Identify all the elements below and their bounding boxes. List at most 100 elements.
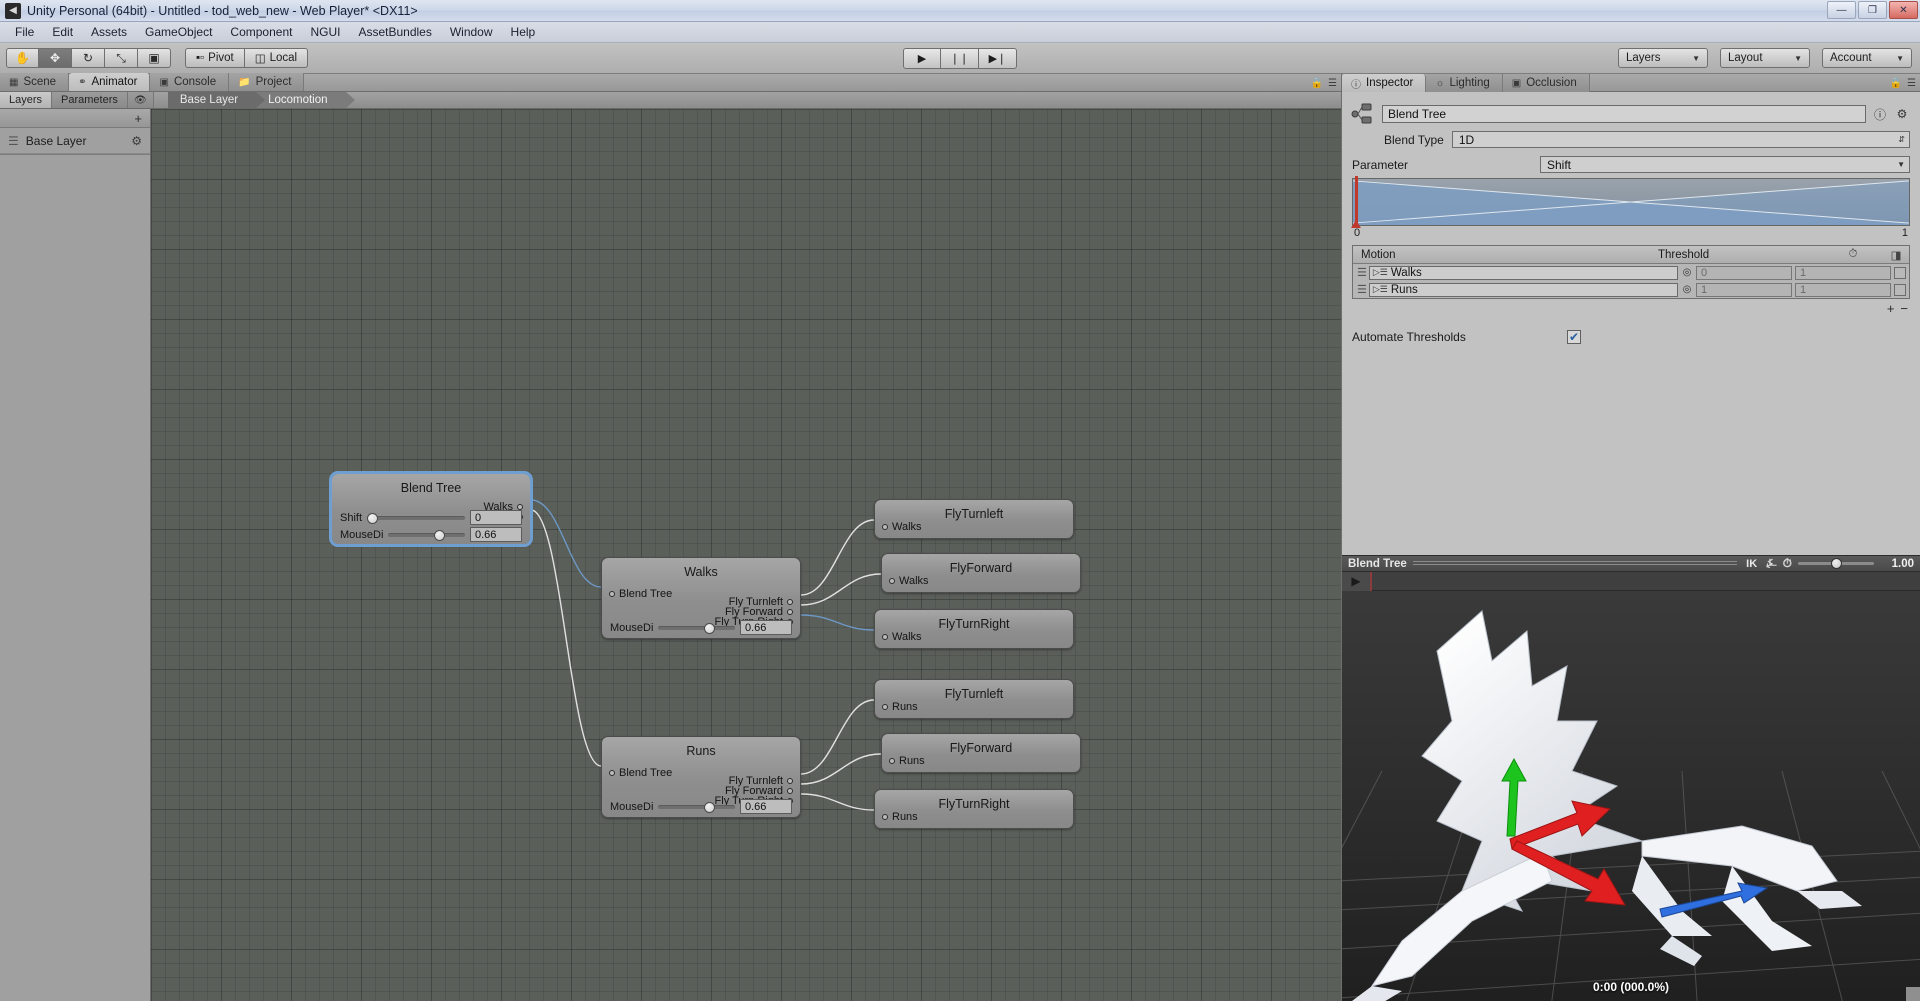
menu-ngui[interactable]: NGUI <box>301 23 349 41</box>
tab-occlusion[interactable]: ▣ Occlusion <box>1502 74 1590 92</box>
tab-scene[interactable]: ▦ Scene <box>0 73 70 91</box>
maximize-button[interactable]: ❐ <box>1858 1 1887 19</box>
menu-edit[interactable]: Edit <box>43 23 82 41</box>
node-input-port[interactable]: Runs <box>889 755 925 767</box>
node-input-port[interactable]: Walks <box>882 521 922 533</box>
breadcrumb-base-layer[interactable]: Base Layer <box>167 92 266 108</box>
pivot-button[interactable]: ▪▫ Pivot <box>185 48 245 68</box>
slider-knob[interactable] <box>1831 558 1843 569</box>
minimize-button[interactable]: — <box>1827 1 1856 19</box>
menu-assetbundles[interactable]: AssetBundles <box>349 23 440 41</box>
gear-icon[interactable]: ⚙ <box>131 134 142 148</box>
slider-knob[interactable] <box>703 622 715 634</box>
slider-value-field[interactable]: 0.66 <box>470 527 522 542</box>
subtab-layers[interactable]: Layers <box>0 92 53 108</box>
slider-track[interactable] <box>388 529 465 541</box>
timer-icon[interactable]: ⏱ <box>1783 556 1792 571</box>
drag-handle-icon[interactable]: ☰ <box>8 134 19 148</box>
gear-icon[interactable]: ⚙ <box>1894 106 1910 122</box>
node-input-port[interactable]: Blend Tree <box>609 588 672 600</box>
parameter-dropdown[interactable]: Shift ▼ <box>1540 156 1910 173</box>
speed-field[interactable]: 1 <box>1795 265 1891 280</box>
motion-row[interactable]: ☰ ▷☰ Runs ◎ 1 1 <box>1353 281 1909 298</box>
add-layer-button[interactable]: + <box>134 111 142 126</box>
graph-node[interactable]: Blend TreeWalksRunsShift0MouseDi0.66 <box>329 471 533 547</box>
menu-window[interactable]: Window <box>441 23 502 41</box>
layers-dropdown[interactable]: Layers ▼ <box>1618 48 1708 68</box>
drag-handle-icon[interactable]: ☰ <box>1357 266 1367 279</box>
drag-handle-icon[interactable]: ☰ <box>1357 283 1367 296</box>
subtab-parameters[interactable]: Parameters <box>52 92 128 108</box>
hamburger-icon[interactable]: ☰ <box>1328 78 1337 89</box>
slider-track[interactable] <box>658 801 735 813</box>
motion-row[interactable]: ☰ ▷☰ Walks ◎ 0 1 <box>1353 264 1909 281</box>
menu-file[interactable]: File <box>6 23 43 41</box>
rotate-tool-icon[interactable]: ↻ <box>72 48 105 68</box>
menu-component[interactable]: Component <box>221 23 301 41</box>
motion-field[interactable]: ▷☰ Walks <box>1368 265 1678 280</box>
preview-play-button[interactable]: ▶ <box>1342 571 1372 591</box>
close-button[interactable]: ✕ <box>1889 1 1918 19</box>
blend-type-dropdown[interactable]: 1D ⇵ <box>1451 131 1910 148</box>
slider-value-field[interactable]: 0.66 <box>740 620 792 635</box>
preview-speed-slider[interactable] <box>1798 558 1874 569</box>
node-input-port[interactable]: Walks <box>889 575 929 587</box>
graph-node[interactable]: FlyForward Runs <box>881 733 1081 773</box>
menu-gameobject[interactable]: GameObject <box>136 23 221 41</box>
slider-track[interactable] <box>658 622 735 634</box>
threshold-field[interactable]: 1 <box>1696 282 1792 297</box>
node-input-port[interactable]: Runs <box>882 811 918 823</box>
tab-animator[interactable]: ⚭ Animator <box>69 73 151 91</box>
slider-knob[interactable] <box>366 512 378 524</box>
tab-inspector[interactable]: ⓘ Inspector <box>1342 74 1427 92</box>
slider-knob[interactable] <box>703 801 715 813</box>
layout-dropdown[interactable]: Layout ▼ <box>1720 48 1810 68</box>
step-button[interactable]: ▶❘ <box>979 47 1017 69</box>
hand-tool-icon[interactable]: ✋ <box>6 48 39 68</box>
node-slider-row[interactable]: Shift 0 <box>340 510 522 525</box>
automate-thresholds-checkbox[interactable]: ✔ <box>1567 330 1581 344</box>
speed-field[interactable]: 1 <box>1795 282 1891 297</box>
slider-knob[interactable] <box>433 529 445 541</box>
object-picker-icon[interactable]: ◎ <box>1681 267 1693 278</box>
menu-help[interactable]: Help <box>502 23 545 41</box>
node-input-port[interactable]: Walks <box>882 631 922 643</box>
node-slider-row[interactable]: MouseDi 0.66 <box>610 620 792 635</box>
local-button[interactable]: ◫ Local <box>244 48 309 68</box>
add-motion-button[interactable]: + <box>1887 301 1895 316</box>
ik-toggle-button[interactable]: IK <box>1743 558 1760 570</box>
graph-node[interactable]: FlyForward Walks <box>881 553 1081 593</box>
object-picker-icon[interactable]: ◎ <box>1681 284 1693 295</box>
animator-graph-canvas[interactable]: Blend Tree Walks Runs Shift 0 MouseDi 0.66 Walk… <box>151 109 1341 1001</box>
graph-node[interactable]: FlyTurnleft Runs <box>874 679 1074 719</box>
pause-button[interactable]: ❘❘ <box>941 47 979 69</box>
help-icon[interactable]: ⓘ <box>1872 106 1888 122</box>
blend-weight-graph[interactable] <box>1351 176 1910 228</box>
graph-node[interactable]: FlyTurnleft Walks <box>874 499 1074 539</box>
play-button[interactable]: ▶ <box>903 47 941 69</box>
tab-console[interactable]: ▣ Console <box>150 73 230 91</box>
remove-motion-button[interactable]: − <box>1900 301 1908 316</box>
hamburger-icon[interactable]: ☰ <box>1907 78 1916 89</box>
preview-timeline[interactable]: ▶ <box>1342 571 1920 591</box>
scale-tool-icon[interactable]: ⤡ <box>105 48 138 68</box>
blend-playhead[interactable] <box>1351 176 1361 228</box>
account-dropdown[interactable]: Account ▼ <box>1822 48 1912 68</box>
lock-icon[interactable]: 🔒 <box>1890 78 1902 89</box>
graph-node[interactable]: FlyTurnRight Runs <box>874 789 1074 829</box>
slider-value-field[interactable]: 0 <box>470 510 522 525</box>
slider-value-field[interactable]: 0.66 <box>740 799 792 814</box>
move-tool-icon[interactable]: ✥ <box>39 48 72 68</box>
node-input-port[interactable]: Blend Tree <box>609 767 672 779</box>
breadcrumb-locomotion[interactable]: Locomotion <box>256 92 356 108</box>
tab-project[interactable]: 📁 Project <box>229 73 305 91</box>
lock-icon[interactable]: 🔒 <box>1311 78 1323 89</box>
tab-lighting[interactable]: ☼ Lighting <box>1426 74 1503 92</box>
graph-node[interactable]: Walks Blend Tree Fly Turnleft Fly Forward Fl… <box>601 557 801 639</box>
eye-icon[interactable]: 👁 <box>127 92 154 108</box>
mirror-checkbox[interactable] <box>1894 266 1906 279</box>
preview-stage[interactable]: 0:00 (000.0%) <box>1342 591 1920 1001</box>
mirror-checkbox[interactable] <box>1894 283 1906 296</box>
rect-tool-icon[interactable]: ▣ <box>138 48 171 68</box>
pivot-icon[interactable]: ⍼ <box>1766 556 1776 571</box>
